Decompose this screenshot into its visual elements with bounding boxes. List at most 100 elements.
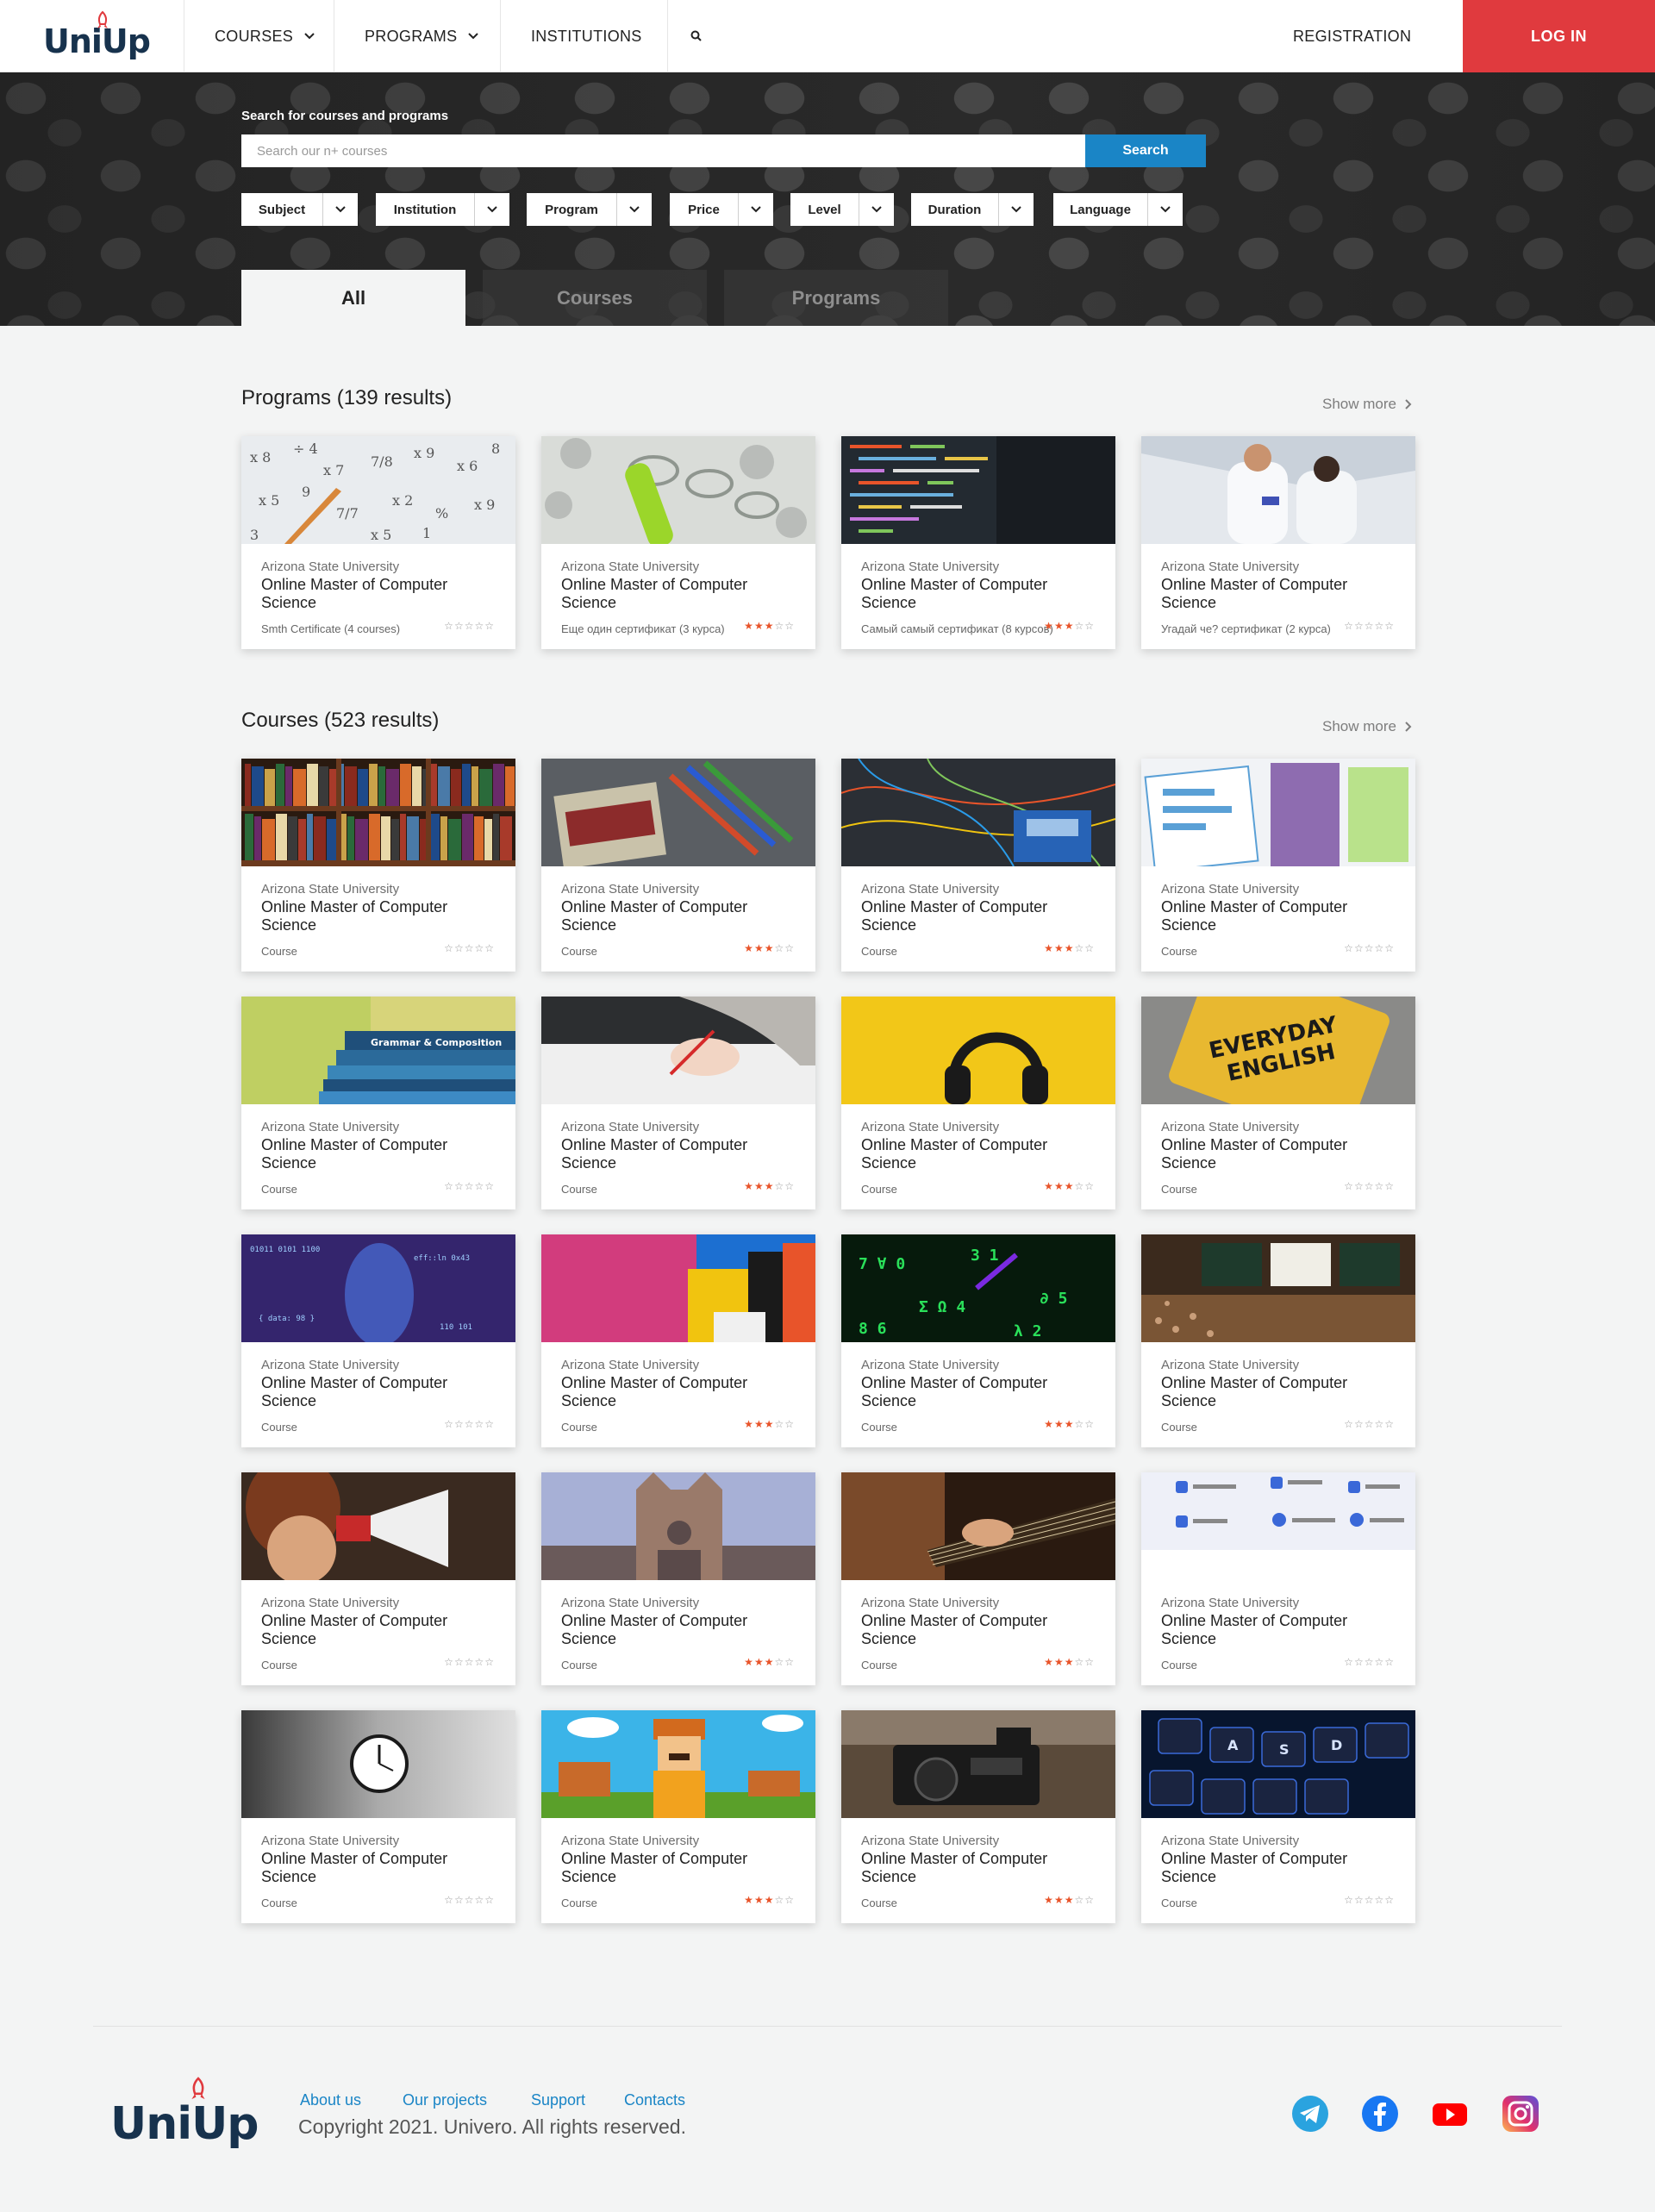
star-icon: ☆ bbox=[453, 942, 465, 954]
star-icon: ☆ bbox=[784, 942, 795, 954]
star-icon: ☆ bbox=[1364, 942, 1375, 954]
rocket-icon bbox=[97, 10, 108, 28]
filter-subject[interactable]: Subject bbox=[241, 193, 358, 226]
card-title: Online Master of Computer Science bbox=[1161, 1612, 1348, 1647]
uniup-logo[interactable]: UniUp bbox=[43, 10, 151, 64]
star-icon: ☆ bbox=[484, 1418, 495, 1430]
course-card[interactable]: A S D Arizona State University Online Master… bbox=[1141, 1710, 1415, 1923]
card-title: Online Master of Computer Science bbox=[1161, 898, 1348, 934]
star-icon: ☆ bbox=[1374, 1418, 1385, 1430]
course-card[interactable]: Arizona State University Online Master of… bbox=[841, 1472, 1115, 1685]
course-card[interactable]: Arizona State University Online Master of… bbox=[541, 997, 815, 1209]
nav-programs[interactable]: PROGRAMS bbox=[365, 0, 479, 72]
star-icon: ★ bbox=[744, 620, 754, 632]
star-icon: ★ bbox=[1053, 620, 1065, 632]
course-card[interactable]: 7 ∀ 0 3 1 Σ Ω 4 ∂ 5 8 6 λ 2 Arizona State Univ… bbox=[841, 1234, 1115, 1447]
footer-logo[interactable]: UniUp bbox=[110, 2076, 259, 2153]
course-card[interactable]: Arizona State University Online Master of… bbox=[541, 759, 815, 972]
filter-language[interactable]: Language bbox=[1053, 193, 1183, 226]
course-card[interactable]: Grammar & Composition Arizona State Unive… bbox=[241, 997, 515, 1209]
course-card[interactable]: Arizona State University Online Master of… bbox=[1141, 1234, 1415, 1447]
program-card[interactable]: Arizona State University Online Master of… bbox=[1141, 436, 1415, 649]
search-button[interactable]: Search bbox=[1085, 134, 1206, 167]
course-card[interactable]: 01011 0101 1100 eff::ln 0x43{ data: 98 } 1… bbox=[241, 1234, 515, 1447]
filter-label: Subject bbox=[241, 193, 323, 226]
star-icon: ☆ bbox=[453, 1180, 465, 1192]
card-title: Online Master of Computer Science bbox=[261, 1850, 448, 1885]
card-title: Online Master of Computer Science bbox=[861, 576, 1048, 611]
search-input[interactable] bbox=[241, 134, 1086, 167]
footer-link-projects[interactable]: Our projects bbox=[403, 2091, 487, 2109]
svg-text:D: D bbox=[1331, 1737, 1342, 1753]
login-button[interactable]: LOG IN bbox=[1463, 0, 1655, 72]
nav-institutions[interactable]: INSTITUTIONS bbox=[531, 0, 642, 72]
star-rating: ★★★☆☆ bbox=[744, 942, 795, 954]
star-icon: ☆ bbox=[464, 1656, 475, 1668]
registration-link[interactable]: REGISTRATION bbox=[1293, 0, 1411, 72]
footer-link-support[interactable]: Support bbox=[531, 2091, 585, 2109]
youtube-icon[interactable] bbox=[1431, 2095, 1469, 2133]
card-meta: Course bbox=[1161, 1896, 1197, 1909]
card-meta: Course bbox=[261, 1421, 297, 1434]
programs-show-more[interactable]: Show more bbox=[1322, 396, 1412, 413]
course-card[interactable]: EVERYDAY ENGLISH Arizona State University O… bbox=[1141, 997, 1415, 1209]
filter-label: Level bbox=[790, 193, 859, 226]
course-card[interactable]: Arizona State University Online Master of… bbox=[841, 997, 1115, 1209]
star-icon: ☆ bbox=[1353, 1656, 1365, 1668]
star-icon: ☆ bbox=[1364, 1894, 1375, 1906]
svg-text:λ 2: λ 2 bbox=[1014, 1322, 1042, 1340]
filter-label: Program bbox=[527, 193, 617, 226]
filter-institution[interactable]: Institution bbox=[376, 193, 509, 226]
star-icon: ☆ bbox=[1374, 1894, 1385, 1906]
tab-courses[interactable]: Courses bbox=[483, 270, 707, 326]
star-icon: ★ bbox=[764, 942, 775, 954]
nav-courses[interactable]: COURSES bbox=[215, 0, 315, 72]
course-card[interactable]: Arizona State University Online Master of… bbox=[841, 759, 1115, 972]
star-icon: ☆ bbox=[444, 1180, 454, 1192]
card-institution: Arizona State University bbox=[1161, 559, 1300, 574]
telegram-icon[interactable] bbox=[1291, 2095, 1329, 2133]
filter-price[interactable]: Price bbox=[670, 193, 773, 226]
card-institution: Arizona State University bbox=[261, 1596, 400, 1610]
star-icon: ★ bbox=[1053, 1656, 1065, 1668]
course-card[interactable]: Arizona State University Online Master of… bbox=[841, 1710, 1115, 1923]
card-thumbnail bbox=[541, 1234, 815, 1342]
svg-text:3 1: 3 1 bbox=[971, 1247, 999, 1265]
course-card[interactable]: Arizona State University Online Master of… bbox=[541, 1472, 815, 1685]
star-icon: ★ bbox=[744, 1894, 754, 1906]
card-thumbnail bbox=[841, 1472, 1115, 1580]
filter-program[interactable]: Program bbox=[527, 193, 652, 226]
course-card[interactable]: Arizona State University Online Master of… bbox=[1141, 1472, 1415, 1685]
star-icon: ☆ bbox=[474, 1894, 485, 1906]
filter-duration[interactable]: Duration bbox=[911, 193, 1034, 226]
course-card[interactable]: Arizona State University Online Master of… bbox=[241, 759, 515, 972]
star-icon: ☆ bbox=[444, 1894, 454, 1906]
courses-show-more[interactable]: Show more bbox=[1322, 718, 1412, 735]
course-card[interactable]: Arizona State University Online Master of… bbox=[1141, 759, 1415, 972]
instagram-icon[interactable] bbox=[1502, 2095, 1539, 2133]
program-card[interactable]: Arizona State University Online Master of… bbox=[841, 436, 1115, 649]
course-card[interactable]: Arizona State University Online Master of… bbox=[541, 1234, 815, 1447]
tab-all[interactable]: All bbox=[241, 270, 465, 326]
course-card[interactable]: Arizona State University Online Master of… bbox=[241, 1710, 515, 1923]
course-card[interactable]: Arizona State University Online Master of… bbox=[241, 1472, 515, 1685]
chevron-down-icon bbox=[739, 193, 773, 226]
svg-text:÷ 4: ÷ 4 bbox=[293, 441, 318, 457]
filter-level[interactable]: Level bbox=[790, 193, 894, 226]
card-title: Online Master of Computer Science bbox=[261, 1374, 448, 1409]
search-icon[interactable] bbox=[690, 29, 703, 43]
svg-text:8: 8 bbox=[491, 441, 500, 457]
star-icon: ☆ bbox=[484, 1894, 495, 1906]
program-card[interactable]: Arizona State University Online Master of… bbox=[541, 436, 815, 649]
star-icon: ☆ bbox=[1074, 1418, 1085, 1430]
svg-text:x 7: x 7 bbox=[323, 462, 344, 478]
tab-programs[interactable]: Programs bbox=[724, 270, 948, 326]
card-title: Online Master of Computer Science bbox=[261, 1136, 448, 1172]
program-card[interactable]: x 8 ÷ 4 x 7 7/8 x 9 x 6 8 x 5 9 7/7 x 2% x 9 3 x 5 1 Ar… bbox=[241, 436, 515, 649]
footer-link-contacts[interactable]: Contacts bbox=[624, 2091, 685, 2109]
footer-link-about[interactable]: About us bbox=[300, 2091, 361, 2109]
facebook-icon[interactable] bbox=[1361, 2095, 1399, 2133]
star-icon: ☆ bbox=[484, 1180, 495, 1192]
course-card[interactable]: Arizona State University Online Master of… bbox=[541, 1710, 815, 1923]
star-icon: ☆ bbox=[1384, 1894, 1395, 1906]
